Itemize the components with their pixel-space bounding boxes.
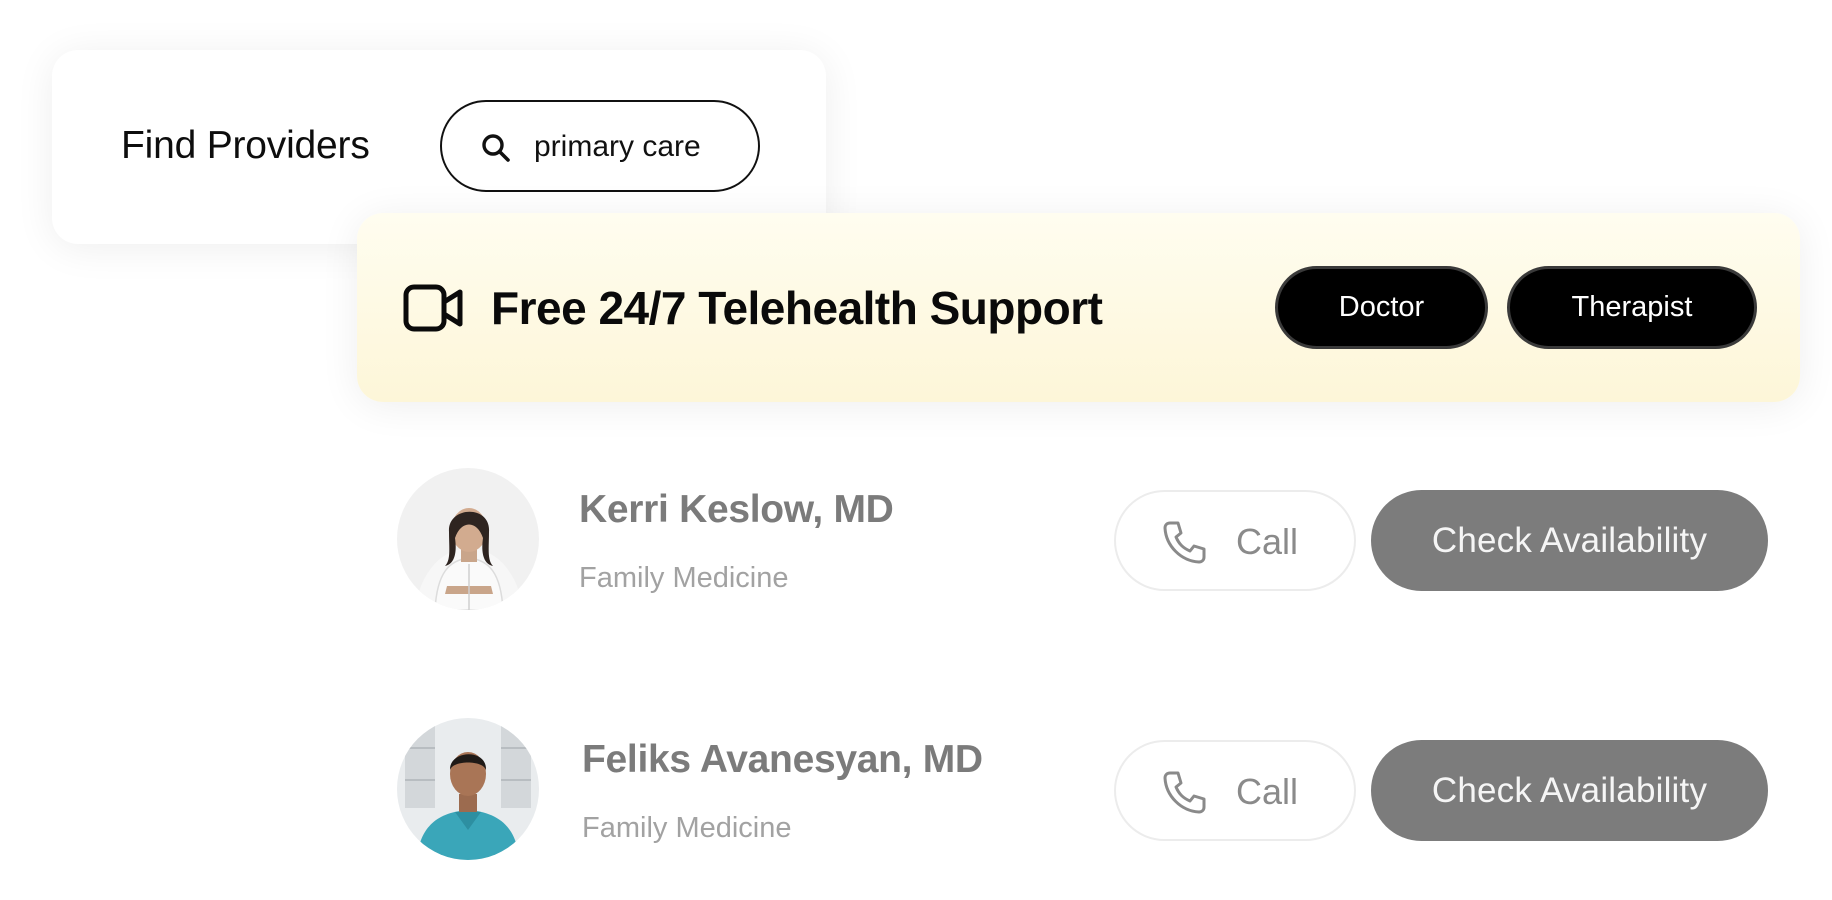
telehealth-banner: Free 24/7 Telehealth Support Doctor Ther… <box>357 213 1800 402</box>
search-icon <box>482 134 510 162</box>
provider-specialty: Family Medicine <box>582 812 792 844</box>
provider-row: Feliks Avanesyan, MD Family Medicine Cal… <box>0 715 1832 865</box>
search-value: primary care <box>534 130 701 163</box>
find-providers-title: Find Providers <box>121 124 370 167</box>
check-availability-button[interactable]: Check Availability <box>1371 490 1768 591</box>
provider-name: Kerri Keslow, MD <box>579 488 894 531</box>
check-availability-button[interactable]: Check Availability <box>1371 740 1768 841</box>
search-input[interactable]: primary care <box>440 100 760 192</box>
call-button[interactable]: Call <box>1114 740 1356 841</box>
provider-specialty: Family Medicine <box>579 562 789 594</box>
video-camera-icon <box>403 284 463 332</box>
therapist-button[interactable]: Therapist <box>1507 266 1757 349</box>
phone-icon <box>1163 521 1206 564</box>
telehealth-provider-finder: Find Providers primary care Free 24/7 Te… <box>0 0 1832 900</box>
provider-avatar <box>397 468 539 610</box>
provider-name: Feliks Avanesyan, MD <box>582 738 983 781</box>
call-button[interactable]: Call <box>1114 490 1356 591</box>
provider-avatar <box>397 718 539 860</box>
provider-row: Kerri Keslow, MD Family Medicine Call Ch… <box>0 465 1832 615</box>
doctor-button[interactable]: Doctor <box>1275 266 1488 349</box>
banner-title: Free 24/7 Telehealth Support <box>491 282 1103 334</box>
call-label: Call <box>1236 771 1299 812</box>
call-label: Call <box>1236 521 1299 562</box>
phone-icon <box>1163 771 1206 814</box>
